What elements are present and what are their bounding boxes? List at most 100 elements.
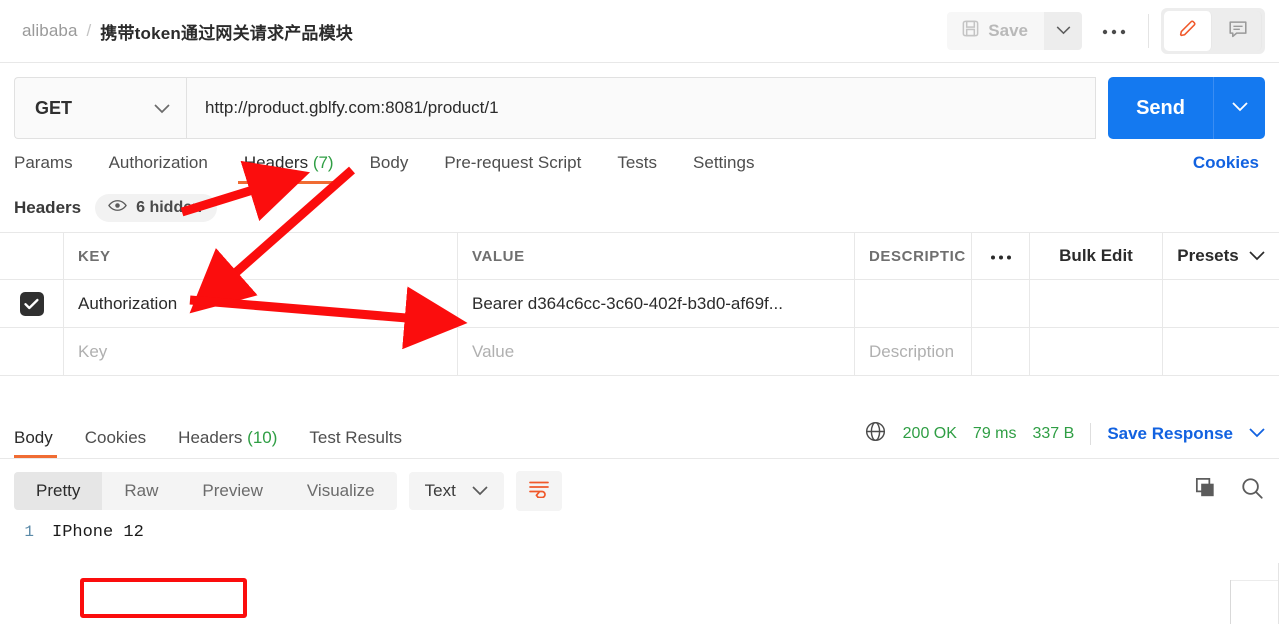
line-number: 1 bbox=[24, 523, 34, 541]
body-scrollbar-track[interactable] bbox=[1230, 580, 1231, 624]
save-button[interactable]: Save bbox=[947, 12, 1044, 50]
tab-pre-request-script[interactable]: Pre-request Script bbox=[426, 153, 599, 184]
view-mode-raw[interactable]: Raw bbox=[102, 472, 180, 510]
cookies-link[interactable]: Cookies bbox=[1193, 153, 1265, 184]
placeholder-key-input[interactable]: Key bbox=[64, 328, 458, 375]
hidden-headers-toggle[interactable]: 6 hidden bbox=[95, 194, 217, 222]
save-response-button[interactable]: Save Response bbox=[1107, 424, 1233, 444]
chevron-down-icon bbox=[1056, 22, 1071, 40]
bulk-edit-label: Bulk Edit bbox=[1059, 246, 1133, 265]
tab-params[interactable]: Params bbox=[14, 153, 91, 184]
url-input[interactable]: http://product.gblfy.com:8081/product/1 bbox=[186, 77, 1097, 139]
bulk-edit-button[interactable]: Bulk Edit bbox=[1030, 233, 1163, 279]
comment-icon bbox=[1227, 18, 1249, 45]
response-status: 200 OK bbox=[902, 425, 957, 442]
row-checkbox[interactable] bbox=[0, 280, 64, 327]
edit-request-button[interactable] bbox=[1164, 11, 1212, 51]
meta-divider bbox=[1090, 423, 1092, 445]
method-selector[interactable]: GET bbox=[14, 77, 186, 139]
format-label: Text bbox=[424, 481, 456, 500]
presets-label: Presets bbox=[1177, 246, 1239, 265]
copy-icon[interactable] bbox=[1193, 476, 1218, 506]
annotation-box-response-body bbox=[80, 578, 247, 618]
format-selector[interactable]: Text bbox=[408, 472, 504, 510]
presets-button[interactable]: Presets bbox=[1163, 233, 1279, 279]
placeholder-value-input[interactable]: Value bbox=[458, 328, 855, 375]
url-text: http://product.gblfy.com:8081/product/1 bbox=[205, 98, 499, 117]
hidden-headers-label: 6 hidden bbox=[136, 199, 202, 216]
response-tab-headers-label: Headers bbox=[178, 428, 243, 447]
more-actions-button[interactable] bbox=[1092, 12, 1136, 50]
tab-body-label: Body bbox=[369, 153, 409, 172]
eye-icon bbox=[108, 199, 127, 217]
response-tab-body-label: Body bbox=[14, 428, 53, 447]
globe-icon[interactable] bbox=[864, 420, 887, 448]
checkbox-checked-icon bbox=[19, 291, 44, 316]
chevron-down-icon bbox=[1231, 99, 1248, 117]
send-dropdown-button[interactable] bbox=[1213, 77, 1265, 139]
placeholder-spacer-presets bbox=[1163, 328, 1279, 375]
response-size: 337 B bbox=[1032, 425, 1075, 442]
response-tab-cookies[interactable]: Cookies bbox=[69, 428, 162, 458]
response-body-text: IPhone 12 bbox=[52, 523, 144, 542]
row-description[interactable] bbox=[855, 280, 972, 327]
response-meta: 200 OK 79 ms 337 B Save Response bbox=[864, 420, 1265, 458]
column-description: DESCRIPTIC bbox=[855, 233, 972, 279]
response-tab-test-results-label: Test Results bbox=[309, 428, 402, 447]
comments-button[interactable] bbox=[1214, 11, 1262, 51]
send-button[interactable]: Send bbox=[1108, 77, 1213, 139]
breadcrumb-collection[interactable]: alibaba bbox=[22, 21, 78, 41]
tab-tests[interactable]: Tests bbox=[599, 153, 675, 184]
response-tab-cookies-label: Cookies bbox=[84, 428, 147, 447]
top-bar-actions: Save bbox=[947, 0, 1265, 62]
send-label: Send bbox=[1136, 96, 1185, 119]
chevron-down-icon bbox=[1249, 246, 1265, 266]
view-mode-visualize[interactable]: Visualize bbox=[285, 472, 397, 510]
row-spacer-presets bbox=[1163, 280, 1279, 327]
chevron-down-icon bbox=[472, 481, 488, 501]
body-pane-border bbox=[1230, 580, 1278, 581]
response-time: 79 ms bbox=[972, 425, 1017, 442]
headers-table: KEY VALUE DESCRIPTIC Bulk Edit Presets A bbox=[0, 232, 1279, 376]
toolbar-divider bbox=[1148, 14, 1149, 48]
breadcrumb-request-title[interactable]: 携带token通过网关请求产品模块 bbox=[100, 19, 353, 44]
word-wrap-button[interactable] bbox=[515, 471, 562, 511]
tab-tests-label: Tests bbox=[617, 153, 658, 172]
tab-settings-label: Settings bbox=[693, 153, 755, 172]
column-key: KEY bbox=[64, 233, 458, 279]
view-mode-pretty[interactable]: Pretty bbox=[14, 472, 103, 510]
response-body-viewer[interactable]: 1 IPhone 12 bbox=[0, 511, 1279, 542]
response-tab-test-results[interactable]: Test Results bbox=[293, 428, 418, 458]
row-value[interactable]: Bearer d364c6cc-3c60-402f-b3d0-af69f... bbox=[458, 280, 855, 327]
response-tab-body[interactable]: Body bbox=[14, 428, 69, 458]
search-icon[interactable] bbox=[1240, 476, 1265, 506]
placeholder-checkbox[interactable] bbox=[0, 328, 64, 375]
tab-body[interactable]: Body bbox=[352, 153, 427, 184]
pencil-icon bbox=[1177, 18, 1199, 45]
tab-authorization[interactable]: Authorization bbox=[91, 153, 226, 184]
table-header-row: KEY VALUE DESCRIPTIC Bulk Edit Presets bbox=[0, 233, 1279, 280]
view-mode-group: Pretty Raw Preview Visualize bbox=[14, 472, 397, 510]
headers-title: Headers bbox=[14, 198, 82, 217]
response-tabs: Body Cookies Headers (10) Test Results 2… bbox=[0, 420, 1279, 458]
row-key[interactable]: Authorization bbox=[64, 280, 458, 327]
chevron-down-icon bbox=[154, 98, 170, 119]
row-spacer-dots bbox=[972, 280, 1030, 327]
chevron-down-icon[interactable] bbox=[1249, 425, 1265, 443]
method-label: GET bbox=[35, 97, 73, 118]
ellipsis-icon bbox=[1101, 24, 1127, 39]
view-mode-preview[interactable]: Preview bbox=[180, 472, 284, 510]
table-more-button[interactable] bbox=[972, 233, 1030, 279]
column-value: VALUE bbox=[458, 233, 855, 279]
tab-params-label: Params bbox=[14, 153, 73, 172]
select-all-cell bbox=[0, 233, 64, 279]
save-dropdown-button[interactable] bbox=[1044, 12, 1082, 50]
response-tab-headers[interactable]: Headers (10) bbox=[162, 428, 293, 458]
ellipsis-icon bbox=[990, 246, 1012, 266]
tab-headers[interactable]: Headers (7) bbox=[226, 153, 352, 184]
tab-settings[interactable]: Settings bbox=[675, 153, 772, 184]
row-spacer-bulk bbox=[1030, 280, 1163, 327]
word-wrap-icon bbox=[528, 479, 550, 503]
placeholder-spacer-bulk bbox=[1030, 328, 1163, 375]
placeholder-description-input[interactable]: Description bbox=[855, 328, 972, 375]
